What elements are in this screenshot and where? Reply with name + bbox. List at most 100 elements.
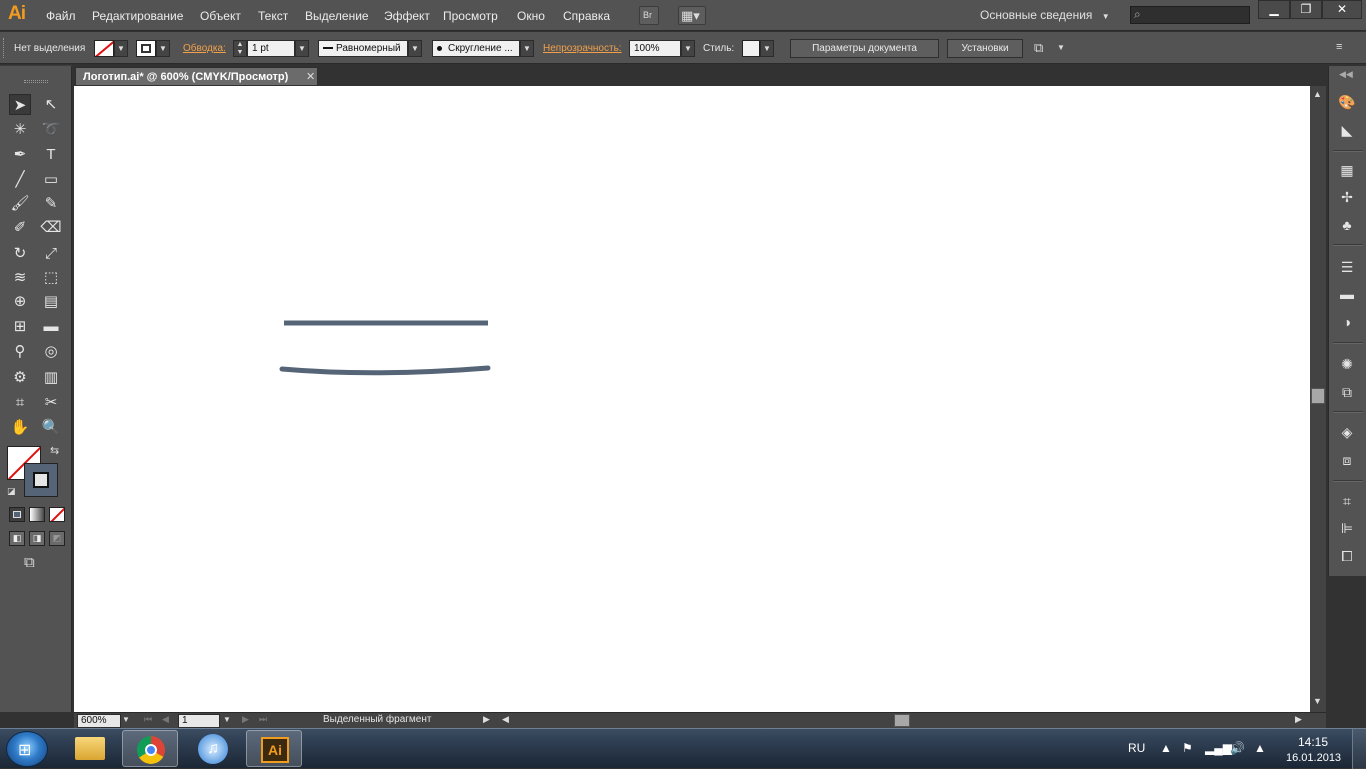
taskbar-itunes-button[interactable]: ♫ [185,730,241,767]
stroke-weight-field[interactable]: 1 pt [247,40,295,57]
rotate-tool-icon[interactable]: ↻ [9,243,31,264]
preferences-button[interactable]: Установки [947,39,1023,58]
menu-type[interactable]: Текст [258,9,288,23]
color-guide-icon[interactable]: ◣ [1337,120,1357,140]
first-artboard-icon[interactable]: ⏮ [144,714,152,725]
last-artboard-icon[interactable]: ⏭ [259,714,267,725]
menu-object[interactable]: Объект [200,9,241,23]
eyedropper-tool-icon[interactable]: ⚲ [9,341,31,362]
pathfinder-icon[interactable]: ⧠ [1337,546,1357,566]
style-swatch[interactable] [742,40,760,57]
blob-brush-tool-icon[interactable]: ✐ [9,217,31,238]
align-options-icon[interactable]: ⧉ [1034,40,1043,56]
stroke-weight-dropdown[interactable]: ▼ [295,40,309,57]
transparency-icon[interactable]: ◑ [1337,312,1357,332]
menu-help[interactable]: Справка [563,9,610,23]
eraser-tool-icon[interactable]: ⌫ [40,217,62,238]
color-palette-icon[interactable]: 🎨 [1337,92,1357,112]
graphic-styles-icon[interactable]: ⧉ [1337,382,1357,402]
artboards-icon[interactable]: ⧈ [1337,450,1357,470]
layers-icon[interactable]: ◈ [1337,422,1357,442]
brush-definition[interactable]: Скругление ... [432,40,520,57]
blend-tool-icon[interactable]: ◎ [40,341,62,362]
opacity-label[interactable]: Непрозрачность: [543,43,622,54]
screen-mode-icon[interactable]: ⧉ [24,554,35,571]
width-tool-icon[interactable]: ≋ [9,267,31,288]
lasso-tool-icon[interactable]: ➰ [40,119,62,140]
language-indicator[interactable]: RU [1128,741,1145,755]
gradient-mode-button[interactable] [29,507,45,522]
stroke-panel-icon[interactable]: ☰ [1337,257,1357,277]
menu-view[interactable]: Просмотр [443,9,498,23]
menu-select[interactable]: Выделение [305,9,369,23]
artwork-curved-line[interactable] [279,365,491,376]
style-dropdown[interactable]: ▼ [760,40,774,57]
line-tool-icon[interactable]: ╱ [9,169,31,190]
direct-selection-tool-icon[interactable]: ↖ [40,94,62,115]
gradient-tool-icon[interactable]: ▬ [40,316,62,337]
search-input[interactable]: ⌕ [1130,6,1250,24]
free-transform-tool-icon[interactable]: ⬚ [40,267,62,288]
control-panel-menu-icon[interactable]: ≡ [1336,41,1342,53]
magic-wand-tool-icon[interactable]: ✳ [9,119,31,140]
google-drive-icon[interactable]: ▲ [1254,741,1266,755]
pencil-tool-icon[interactable]: ✎ [40,193,62,214]
shape-builder-tool-icon[interactable]: ⊕ [9,291,31,312]
scroll-right-icon[interactable]: ▶ [1295,714,1302,725]
hand-tool-icon[interactable]: ✋ [9,417,31,438]
opacity-field[interactable]: 100% [629,40,681,57]
taskbar-chrome-button[interactable] [122,730,178,767]
column-graph-tool-icon[interactable]: ▥ [40,367,62,388]
document-setup-button[interactable]: Параметры документа [790,39,939,58]
symbols-icon[interactable]: ♣ [1337,215,1357,235]
none-mode-button[interactable] [49,507,65,522]
swap-fill-stroke-icon[interactable]: ⇆ [50,444,59,457]
vertical-scroll-thumb[interactable] [1311,388,1325,404]
taskbar-illustrator-button[interactable]: Ai [246,730,302,767]
variable-width-profile[interactable]: Равномерный [318,40,408,57]
zoom-dropdown-icon[interactable]: ▼ [122,715,130,724]
menu-effect[interactable]: Эффект [384,9,430,23]
show-hidden-icons[interactable]: ▲ [1160,741,1172,755]
clock-time[interactable]: 14:15 [1298,735,1328,749]
pen-tool-icon[interactable]: ✒ [9,144,31,165]
panel-dock-grip[interactable]: ◀◀ [1339,69,1353,80]
workspace-switcher[interactable]: Основные сведения ▼ [980,8,1110,22]
align-icon[interactable]: ⊫ [1337,518,1357,538]
stroke-color-box[interactable] [24,463,58,497]
menu-file[interactable]: Файл [46,9,76,23]
start-button[interactable]: ⊞ [6,731,48,767]
scroll-left-icon[interactable]: ◀ [502,714,509,725]
vertical-scrollbar[interactable]: ▲ ▼ [1310,86,1326,712]
type-tool-icon[interactable]: T [40,144,62,165]
chevron-down-icon[interactable]: ▼ [1057,43,1065,52]
horizontal-scroll-thumb[interactable] [894,714,910,727]
scroll-up-icon[interactable]: ▲ [1313,89,1322,99]
show-desktop-button[interactable] [1352,729,1366,769]
clock-date[interactable]: 16.01.2013 [1286,752,1341,764]
slice-tool-icon[interactable]: ✂ [40,392,62,413]
bridge-button[interactable]: Br [639,6,659,25]
swatches-icon[interactable]: ▦ [1337,160,1357,180]
gradient-panel-icon[interactable]: ▬ [1337,284,1357,304]
fill-dropdown[interactable]: ▼ [114,40,128,57]
horizontal-scrollbar[interactable]: ◀ ▶ [498,713,1308,728]
network-icon[interactable]: ▂▄▆ [1205,741,1232,755]
draw-behind-button[interactable]: ◨ [29,531,45,546]
minimize-button[interactable]: ▁ [1258,0,1290,19]
mesh-tool-icon[interactable]: ⊞ [9,316,31,337]
menu-edit[interactable]: Редактирование [92,9,183,23]
volume-icon[interactable]: 🔊 [1230,741,1245,755]
prev-artboard-icon[interactable]: ◀ [162,714,169,725]
close-button[interactable]: ✕ [1322,0,1362,19]
default-colors-icon[interactable]: ◪ [7,486,16,497]
artboard-tool-icon[interactable]: ⌗ [9,392,31,413]
brushes-icon[interactable]: ✢ [1337,187,1357,207]
stroke-dropdown[interactable]: ▼ [156,40,170,57]
zoom-field[interactable]: 600% [77,714,121,728]
arrange-documents-button[interactable]: ▦▾ [678,6,706,25]
artboard-number-field[interactable]: 1 [178,714,220,728]
rectangle-tool-icon[interactable]: ▭ [40,169,62,190]
scroll-down-icon[interactable]: ▼ [1313,696,1322,706]
toolbox-grip[interactable] [24,80,48,83]
